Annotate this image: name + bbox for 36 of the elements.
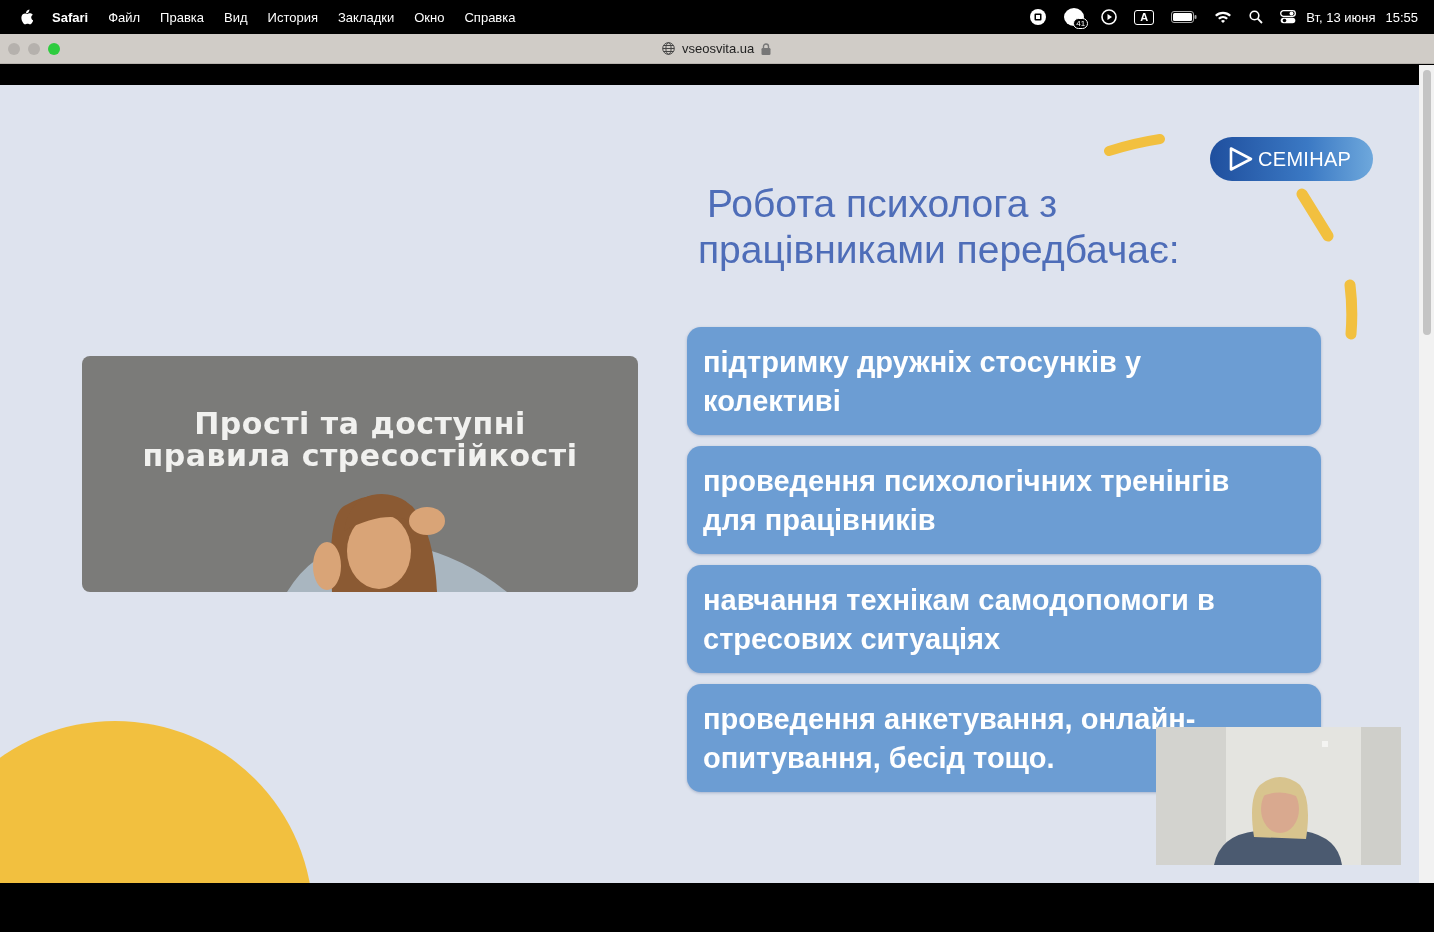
menu-bar-date: Вт, 13 июня [1306, 9, 1376, 25]
point-card: навчання технікам самодопомоги в стресових ситуаціях [687, 565, 1321, 673]
image-caption-line: правила стресостійкості [142, 440, 578, 472]
address-text[interactable]: vseosvita.ua [682, 41, 755, 56]
play-icon [1228, 146, 1254, 172]
dash-decoration [1295, 187, 1335, 243]
badge-label: СЕМІНАР [1258, 147, 1352, 171]
point-card: проведення психологічних тренінгів для працівників [687, 446, 1321, 554]
image-caption-line: Прості та доступні [194, 408, 526, 440]
menu-item[interactable]: Правка [160, 9, 205, 25]
lock-icon [761, 42, 772, 55]
play-icon[interactable] [1101, 9, 1118, 25]
notification-icon[interactable]: 41 [1064, 8, 1085, 26]
dash-decoration [1342, 279, 1360, 341]
scrollbar-thumb[interactable] [1423, 70, 1431, 335]
search-icon[interactable] [1249, 10, 1264, 24]
menu-item[interactable]: Вид [224, 9, 248, 25]
menu-item[interactable]: Окно [414, 9, 445, 25]
menu-item[interactable]: Закладки [338, 9, 395, 25]
apple-icon[interactable] [19, 9, 33, 25]
app-menu[interactable]: Safari [52, 9, 89, 25]
slide-title-line: Робота психолога з [707, 181, 1058, 227]
scrollbar[interactable] [1419, 65, 1434, 883]
dash-decoration [1104, 133, 1166, 157]
menu-item[interactable]: Файл [108, 9, 141, 25]
menu-bar-time: 15:55 [1385, 9, 1418, 25]
record-icon[interactable] [1029, 8, 1048, 26]
point-card: підтримку дружніх стосунків у колективі [687, 327, 1321, 435]
toggle-switches-icon[interactable] [1280, 10, 1297, 24]
wifi-icon[interactable] [1214, 10, 1233, 24]
battery-icon[interactable] [1171, 11, 1198, 23]
slide-title-line: працівниками передбачає: [698, 227, 1180, 273]
input-source-button[interactable]: A [1134, 9, 1155, 25]
menu-item[interactable]: История [267, 9, 318, 25]
menu-item[interactable]: Справка [464, 9, 516, 25]
globe-icon [662, 42, 675, 55]
